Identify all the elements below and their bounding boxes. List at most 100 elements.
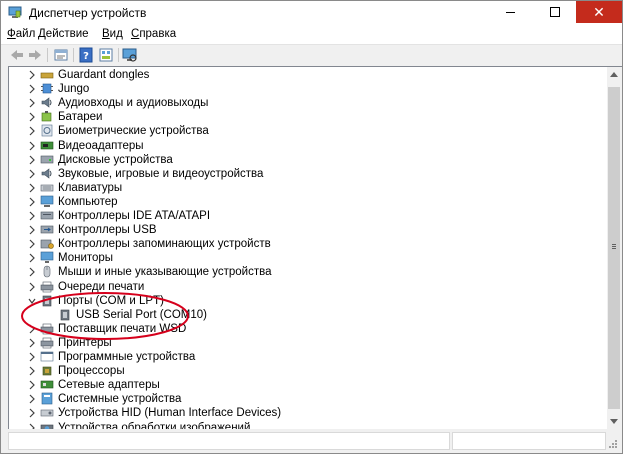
window-title: Диспетчер устройств [29,6,147,20]
scrollbar-thumb[interactable] [608,87,620,409]
tree-category-item[interactable]: Аудиовходы и аудиовыходы [9,96,607,110]
tree-category-item[interactable]: Порты (COM и LPT) [9,294,607,308]
back-button[interactable] [9,47,25,63]
chevron-right-icon[interactable] [28,224,36,236]
computer-icon [40,195,54,207]
tree-item-label: Очереди печати [58,280,145,293]
chevron-right-icon[interactable] [28,196,36,208]
monitor-icon [40,251,54,264]
tree-category-item[interactable]: Клавиатуры [9,181,607,195]
tree-category-item[interactable]: Компьютер [9,195,607,209]
tree-category-item[interactable]: Батареи [9,110,607,124]
speaker-icon [41,97,52,108]
battery-icon [41,111,52,122]
grip-line [612,246,616,247]
close-button[interactable]: ✕ [576,1,622,23]
tree-item-label: Устройства HID (Human Interface Devices) [58,407,282,420]
tree-category-item[interactable]: Звуковые, игровые и видеоустройства [9,167,607,181]
chevron-right-icon[interactable] [28,393,36,405]
forward-button[interactable] [27,47,43,63]
chevron-right-icon[interactable] [28,337,36,349]
tree-category-item[interactable]: Мыши и иные указывающие устройства [9,265,607,279]
tree-category-item[interactable]: Принтеры [9,336,607,350]
tree-category-item[interactable]: Биометрические устройства [9,124,607,138]
tree-item-label: Аудиовходы и аудиовыходы [58,97,209,110]
vertical-scrollbar[interactable] [607,66,622,430]
chevron-right-icon[interactable] [28,125,36,137]
tree-category-item[interactable]: Поставщик печати WSD [9,322,607,336]
fingerprint-icon [41,125,53,137]
tree-category-item[interactable]: Процессоры [9,364,607,378]
chevron-right-icon[interactable] [28,69,36,81]
tree-item-label: Дисковые устройства [58,153,173,166]
title-bar[interactable]: Диспетчер устройств ✕ [1,1,622,25]
device-tree[interactable]: Guardant dongles Jungo Аудиовходы и аудиов… [8,66,609,430]
chevron-right-icon[interactable] [28,140,36,152]
scroll-up-arrow-icon[interactable] [610,72,618,77]
tree-category-item[interactable]: Сетевые адаптеры [9,378,607,392]
chevron-right-icon[interactable] [28,97,36,109]
tree-category-item[interactable]: Программные устройства [9,350,607,364]
usb-icon [40,225,54,234]
chevron-right-icon[interactable] [28,379,36,391]
scan-hardware-button[interactable] [122,47,138,63]
resize-grip-icon[interactable] [606,437,618,449]
toolbar-separator [73,48,74,62]
tree-category-item[interactable]: Контроллеры USB [9,223,607,237]
tree-category-item[interactable]: Видеоадаптеры [9,139,607,153]
keyboard-icon [40,184,54,192]
tree-item-label: Программные устройства [58,351,196,363]
device-manager-app-icon [8,6,22,18]
chevron-right-icon[interactable] [28,83,36,95]
view-hidden-button[interactable] [98,47,114,63]
menu-help[interactable]: Справка [131,28,176,40]
menu-view[interactable]: Вид [102,28,123,40]
tree-child-item[interactable]: USB Serial Port (COM10) [9,308,607,322]
tree-category-item[interactable]: Очереди печати [9,280,607,294]
chevron-right-icon[interactable] [28,168,36,180]
tree-category-item[interactable]: Дисковые устройства [9,153,607,167]
properties-button[interactable] [53,47,69,63]
status-field [8,432,450,450]
scroll-down-arrow-icon[interactable] [610,419,618,424]
chevron-right-icon[interactable] [28,252,36,264]
chevron-right-icon[interactable] [28,365,36,377]
tree-category-item[interactable]: Системные устройства [9,392,607,406]
chevron-right-icon[interactable] [28,182,36,194]
chip-icon [41,83,53,94]
tree-item-label: Jungo [58,83,90,96]
tree-category-item[interactable]: Jungo [9,82,607,96]
chevron-right-icon[interactable] [28,323,36,335]
tree-category-item[interactable]: Контроллеры IDE ATA/ATAPI [9,209,607,223]
mouse-icon [43,266,51,278]
menu-file[interactable]: Файл [7,28,35,40]
tree-category-item[interactable]: Устройства HID (Human Interface Devices) [9,406,607,420]
maximize-icon [550,7,560,17]
maximize-button[interactable] [540,1,570,23]
chevron-right-icon[interactable] [28,238,36,250]
network-adapter-icon [40,380,54,389]
chevron-right-icon[interactable] [28,281,36,293]
chevron-down-icon[interactable] [28,295,36,307]
chevron-right-icon[interactable] [28,266,36,278]
tree-category-item[interactable]: Контроллеры запоминающих устройств [9,237,607,251]
chevron-right-icon[interactable] [28,210,36,222]
minimize-button[interactable] [495,1,525,23]
tree-item-label: Звуковые, игровые и видеоустройства [58,167,264,180]
tree-category-item[interactable]: Guardant dongles [9,68,607,82]
tree-item-label: Порты (COM и LPT) [58,294,164,307]
disk-icon [40,155,54,163]
status-field-secondary [452,432,606,450]
display-adapter-icon [40,141,54,149]
tree-category-item[interactable]: Мониторы [9,251,607,265]
chevron-right-icon[interactable] [28,351,36,363]
tree-item-label: Контроллеры USB [58,224,157,237]
chevron-right-icon[interactable] [28,154,36,166]
key-icon [40,72,54,79]
menu-bar: Файл Действие Вид Справка [1,25,622,44]
chevron-right-icon[interactable] [28,407,36,419]
menu-action[interactable]: Действие [38,28,89,40]
software-device-icon [40,351,54,362]
chevron-right-icon[interactable] [28,111,36,123]
help-button[interactable]: ? [78,47,94,63]
